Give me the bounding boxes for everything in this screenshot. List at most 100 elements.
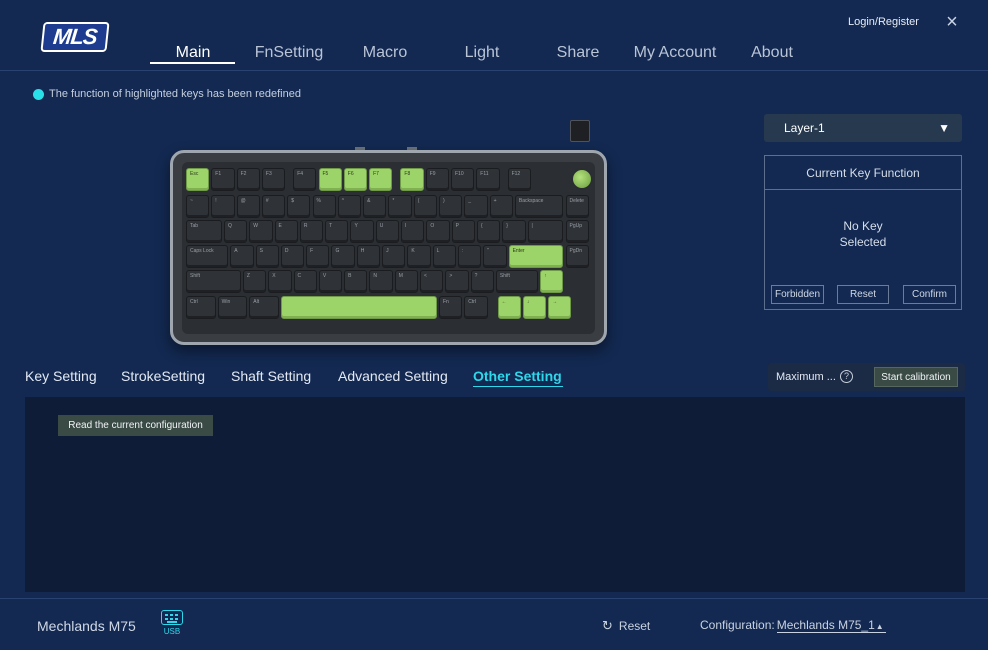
keyboard-key[interactable]: F6: [343, 168, 368, 191]
keyboard-key[interactable]: Fn: [439, 296, 463, 319]
keyboard-key[interactable]: Shift: [186, 270, 241, 293]
keyboard-key[interactable]: _: [464, 195, 488, 218]
keyboard-key[interactable]: ^: [337, 195, 362, 218]
keyboard-key[interactable]: ↑: [540, 270, 564, 293]
keyboard-key[interactable]: ": [483, 245, 507, 268]
read-configuration-button[interactable]: Read the current configuration: [58, 415, 213, 436]
keyboard-key[interactable]: I: [401, 220, 425, 243]
keyboard-key[interactable]: {: [476, 220, 501, 243]
nav-my-account[interactable]: My Account: [632, 44, 718, 62]
keyboard-key[interactable]: F3: [261, 168, 286, 191]
keyboard-key[interactable]: F2: [236, 168, 260, 191]
keyboard-key[interactable]: <: [420, 270, 444, 293]
rotary-knob[interactable]: [571, 168, 593, 190]
forbidden-button[interactable]: Forbidden: [771, 285, 824, 304]
keyboard-key[interactable]: X: [268, 270, 292, 293]
keyboard-key[interactable]: Backspace: [514, 195, 564, 218]
keyboard-key[interactable]: PgDn: [565, 245, 589, 268]
keyboard-key[interactable]: @: [236, 195, 260, 218]
keyboard-key[interactable]: M: [394, 270, 419, 293]
keyboard-key[interactable]: D: [280, 245, 305, 268]
keyboard-key[interactable]: %: [312, 195, 336, 218]
keyboard-key[interactable]: ): [439, 195, 463, 218]
nav-light[interactable]: Light: [439, 44, 525, 62]
keyboard-key[interactable]: S: [255, 245, 279, 268]
keyboard-key[interactable]: :: [457, 245, 482, 268]
keyboard-key[interactable]: F: [306, 245, 330, 268]
keyboard-key[interactable]: PgUp: [565, 220, 589, 243]
keyboard-key[interactable]: O: [426, 220, 450, 243]
nav-fnsetting[interactable]: FnSetting: [246, 44, 332, 62]
keyboard-key[interactable]: →: [548, 296, 572, 319]
keyboard-key[interactable]: V: [318, 270, 343, 293]
keyboard-key[interactable]: *: [388, 195, 412, 218]
start-calibration-button[interactable]: Start calibration: [874, 367, 958, 387]
keyboard-key[interactable]: F4: [293, 168, 317, 191]
keyboard-key[interactable]: |: [527, 220, 564, 243]
keyboard-key[interactable]: F9: [425, 168, 449, 191]
keyboard-key[interactable]: }: [502, 220, 526, 243]
keyboard-key[interactable]: Win: [217, 296, 248, 319]
keyboard-key[interactable]: !: [211, 195, 235, 218]
nav-about[interactable]: About: [729, 44, 815, 62]
keyboard-key[interactable]: Shift: [495, 270, 539, 293]
keyboard-key[interactable]: Delete: [565, 195, 589, 218]
keyboard-key[interactable]: Caps Lock: [186, 245, 229, 268]
keyboard-key[interactable]: Z: [242, 270, 267, 293]
keyboard-key[interactable]: G: [331, 245, 355, 268]
keyboard-key[interactable]: Ctrl: [186, 296, 216, 319]
keyboard-key[interactable]: Enter: [508, 245, 564, 268]
keyboard-key[interactable]: Esc: [186, 168, 210, 191]
keyboard-key[interactable]: &: [363, 195, 387, 218]
keyboard-key[interactable]: Y: [350, 220, 374, 243]
layer-select[interactable]: Layer-1 ▼: [764, 114, 962, 142]
keyboard-key[interactable]: A: [230, 245, 254, 268]
tab-shaft-setting[interactable]: Shaft Setting: [231, 368, 311, 384]
keyboard-key[interactable]: N: [369, 270, 393, 293]
keyboard-key[interactable]: H: [356, 245, 381, 268]
keyboard-key[interactable]: Tab: [186, 220, 222, 243]
login-register-link[interactable]: Login/Register: [848, 16, 919, 28]
keyboard-key[interactable]: K: [407, 245, 431, 268]
close-icon[interactable]: ×: [942, 12, 962, 32]
keyboard-key[interactable]: [280, 296, 437, 319]
keyboard-key[interactable]: Q: [223, 220, 248, 243]
keyboard-key[interactable]: F11: [476, 168, 500, 191]
keyboard-key[interactable]: F1: [211, 168, 235, 191]
reset-button[interactable]: ↻ Reset: [602, 618, 650, 634]
keyboard-key[interactable]: Alt: [249, 296, 279, 319]
tab-other-setting[interactable]: Other Setting: [473, 368, 562, 384]
tab-advanced-setting[interactable]: Advanced Setting: [338, 368, 448, 384]
keyboard-key[interactable]: +: [489, 195, 513, 218]
keyboard-key[interactable]: >: [445, 270, 469, 293]
keyboard-key[interactable]: B: [344, 270, 368, 293]
keyboard-key[interactable]: $: [287, 195, 311, 218]
keyboard-key[interactable]: R: [299, 220, 324, 243]
nav-share[interactable]: Share: [535, 44, 621, 62]
nav-macro[interactable]: Macro: [342, 44, 428, 62]
keyboard-key[interactable]: L: [432, 245, 456, 268]
keyboard-key[interactable]: #: [261, 195, 286, 218]
keyboard-key[interactable]: F12: [507, 168, 531, 191]
keyboard-key[interactable]: E: [274, 220, 298, 243]
keyboard-key[interactable]: F10: [451, 168, 475, 191]
tab-stroke-setting[interactable]: StrokeSetting: [121, 368, 205, 384]
keyboard-key[interactable]: ↓: [522, 296, 547, 319]
keyboard-key[interactable]: P: [451, 220, 475, 243]
keyboard-key[interactable]: (: [413, 195, 437, 218]
reset-key-button[interactable]: Reset: [837, 285, 889, 304]
keyboard-key[interactable]: ←: [497, 296, 521, 319]
keyboard-key[interactable]: C: [293, 270, 317, 293]
tab-key-setting[interactable]: Key Setting: [25, 368, 97, 384]
keyboard-key[interactable]: U: [375, 220, 400, 243]
confirm-button[interactable]: Confirm: [903, 285, 956, 304]
configuration-dropdown[interactable]: Mechlands M75_1▲: [776, 618, 886, 633]
keyboard-key[interactable]: ?: [470, 270, 494, 293]
keyboard-key[interactable]: T: [325, 220, 349, 243]
keyboard-key[interactable]: F7: [369, 168, 393, 191]
keyboard-key[interactable]: F5: [318, 168, 342, 191]
help-icon[interactable]: ?: [840, 370, 853, 383]
keyboard-key[interactable]: J: [382, 245, 406, 268]
keyboard-key[interactable]: F8: [400, 168, 424, 191]
nav-main[interactable]: Main: [150, 44, 236, 62]
